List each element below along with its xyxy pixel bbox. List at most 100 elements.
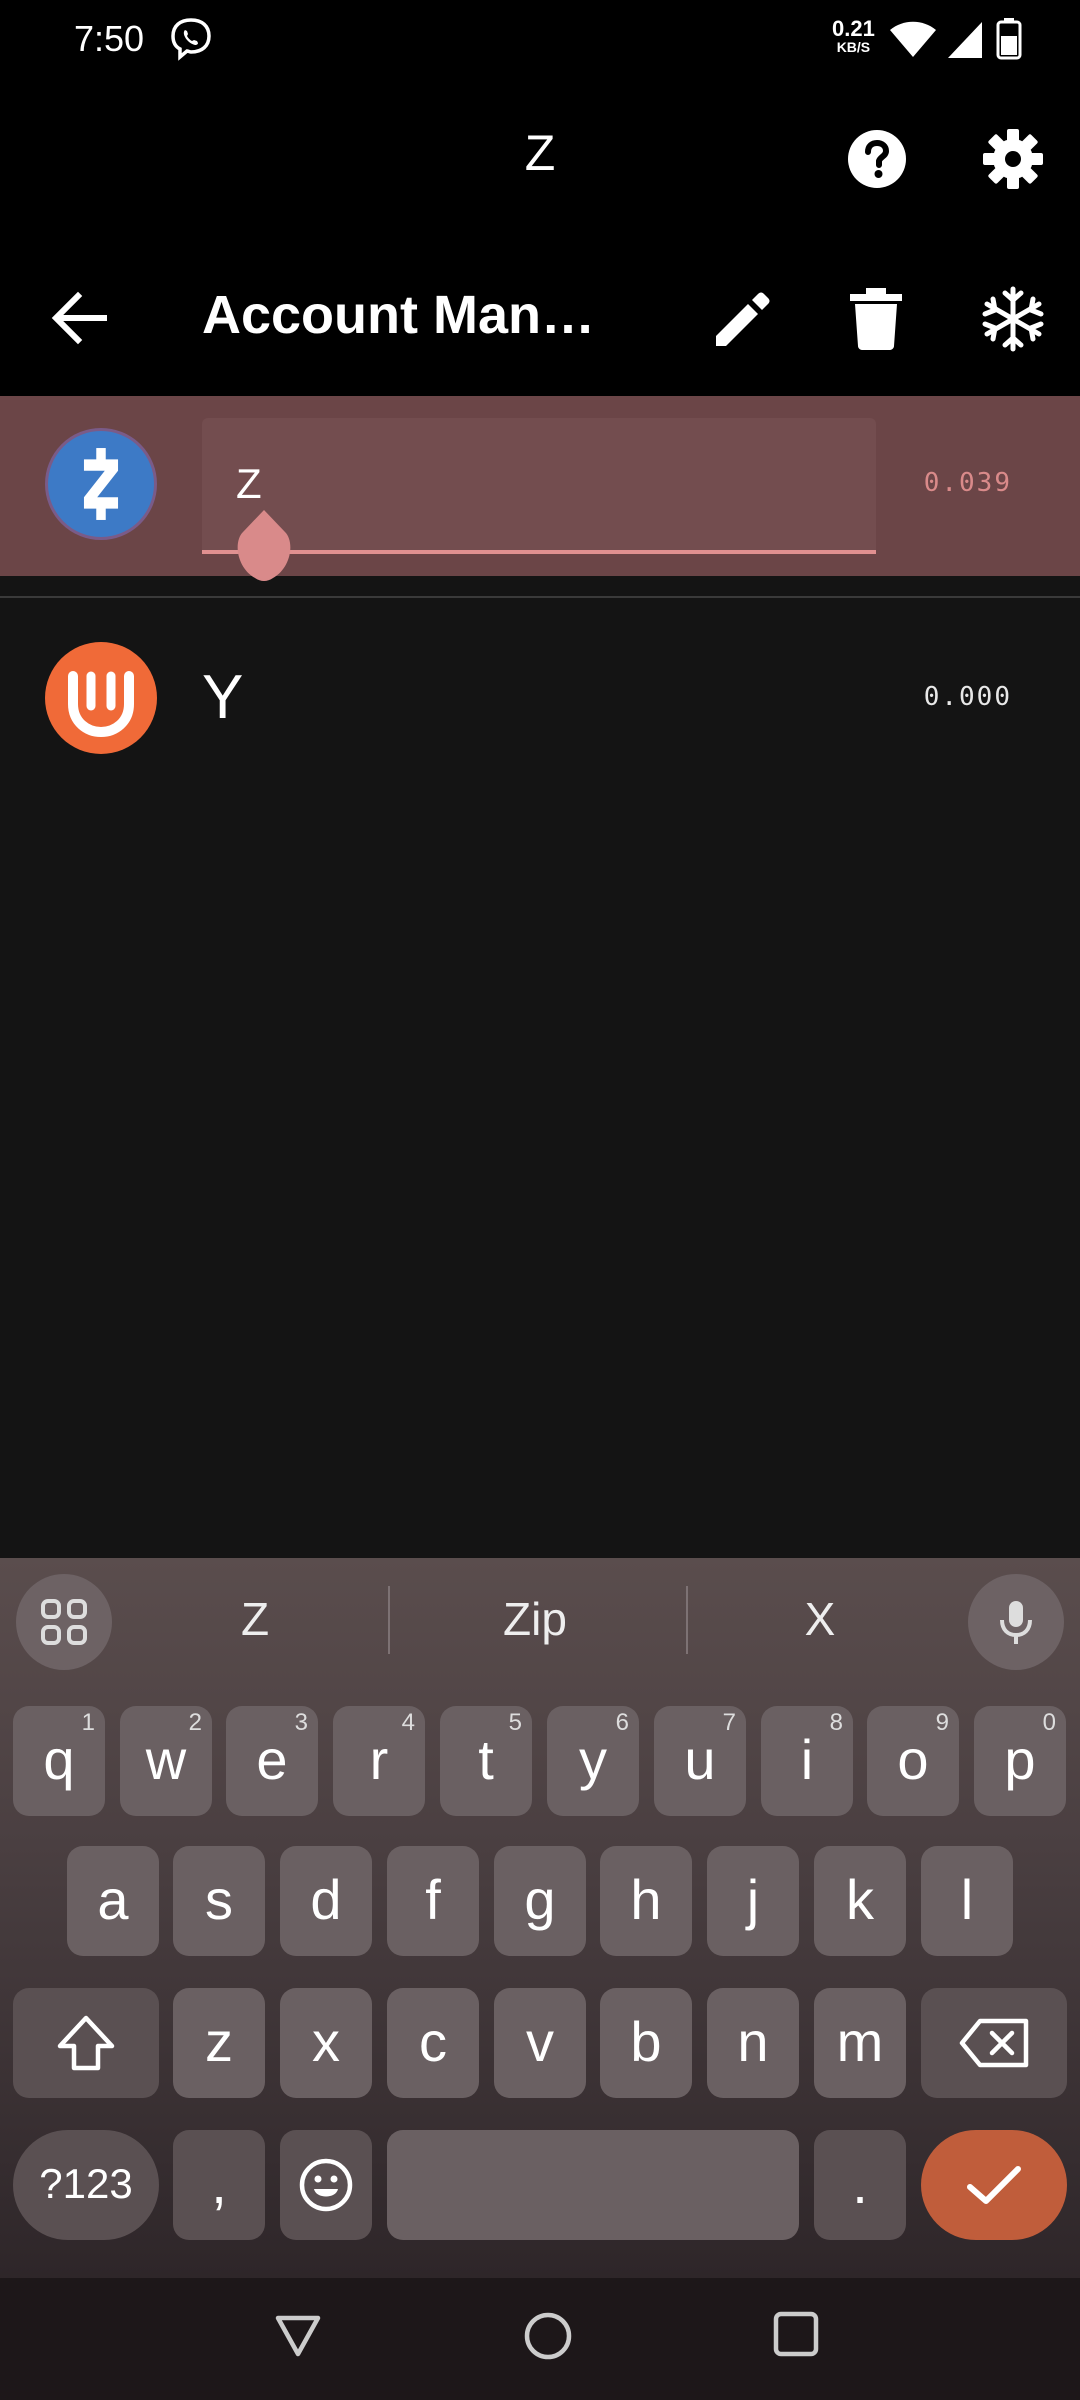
status-bar: 7:50 0.21 KB/S [0,0,1080,80]
help-circle-icon[interactable] [846,128,908,190]
key-g[interactable]: g [494,1846,586,1956]
suggestion-1[interactable]: Z [150,1592,360,1646]
key-w[interactable]: w2 [120,1706,212,1816]
soft-keyboard: Z Zip X q1 w2 e3 r4 t5 y6 u7 i8 o9 p0 a … [0,1558,1080,2278]
account-name[interactable]: Y [202,662,243,733]
key-hint: 4 [401,1709,415,1736]
checkmark-icon [967,2166,1021,2204]
key-b[interactable]: b [600,1988,692,2098]
key-l[interactable]: l [921,1846,1013,1956]
key-hint: 5 [508,1709,522,1736]
nav-back-icon[interactable] [272,2310,324,2362]
grid-icon [41,1599,87,1645]
key-label: t [478,1728,494,1791]
key-label: o [897,1728,929,1791]
key-hint: 0 [1042,1709,1056,1736]
key-hint: 3 [294,1709,308,1736]
app-title: Z [524,125,556,181]
microphone-icon [1000,1601,1032,1644]
key-o[interactable]: o9 [867,1706,959,1816]
key-label: u [684,1728,716,1791]
key-label: w [145,1728,187,1791]
emoji-key[interactable] [280,2130,372,2240]
key-hint: 8 [829,1709,843,1736]
shift-icon [57,2015,115,2071]
key-j[interactable]: j [707,1846,799,1956]
key-label: y [579,1728,607,1791]
battery-icon [996,18,1022,60]
suggestion-2[interactable]: Zip [400,1592,670,1646]
backspace-key[interactable] [921,1988,1067,2098]
key-z[interactable]: z [173,1988,265,2098]
input-underline [202,550,876,554]
network-rate-unit: KB/S [836,39,871,55]
key-f[interactable]: f [387,1846,479,1956]
gear-icon[interactable] [980,126,1046,192]
suggestion-separator [686,1586,688,1654]
key-hint: 2 [188,1709,202,1736]
suggestion-separator [388,1586,390,1654]
account-name-input[interactable]: Z [202,418,876,554]
key-c[interactable]: c [387,1988,479,2098]
key-i[interactable]: i8 [761,1706,853,1816]
status-time: 7:50 [74,18,145,59]
account-balance: 0.039 [923,468,1012,498]
key-m[interactable]: m [814,1988,906,2098]
trash-icon[interactable] [848,288,904,350]
key-label: q [43,1728,75,1791]
shift-key[interactable] [13,1988,159,2098]
signal-icon [948,22,982,58]
zcash-logo-icon [45,428,157,540]
key-hint: 6 [615,1709,629,1736]
suggestion-3[interactable]: X [720,1592,920,1646]
key-label: e [256,1728,288,1791]
key-label: i [800,1728,814,1791]
symbols-key[interactable]: ?123 [13,2130,159,2240]
suggestion-bar: Z Zip X [0,1558,1080,1682]
account-name-input-value: Z [236,460,262,507]
comma-key[interactable]: , [173,2130,265,2240]
ycash-logo-icon [45,642,157,754]
keyboard-apps-button[interactable] [16,1574,112,1670]
backspace-icon [959,2018,1029,2068]
period-key[interactable]: . [814,2130,906,2240]
key-k[interactable]: k [814,1846,906,1956]
emoji-icon [299,2158,353,2212]
key-a[interactable]: a [67,1846,159,1956]
pencil-icon[interactable] [712,290,772,350]
key-h[interactable]: h [600,1846,692,1956]
key-s[interactable]: s [173,1846,265,1956]
divider [0,596,1080,598]
key-hint: 1 [81,1709,95,1736]
key-hint: 9 [935,1709,949,1736]
nav-home-icon[interactable] [522,2310,574,2362]
app-bar: Z [0,80,1080,240]
snowflake-icon[interactable] [980,286,1046,352]
key-hint: 7 [722,1709,736,1736]
key-label: p [1004,1728,1036,1791]
key-x[interactable]: x [280,1988,372,2098]
arrow-left-icon[interactable] [50,290,108,346]
key-d[interactable]: d [280,1846,372,1956]
account-balance: 0.000 [923,682,1012,712]
key-v[interactable]: v [494,1988,586,2098]
viber-icon [171,18,211,61]
page-title: Account Management [202,285,622,345]
space-key[interactable] [387,2130,799,2240]
enter-key[interactable] [921,2130,1067,2240]
account-toolbar: Account Management [0,240,1080,396]
navigation-bar [0,2278,1080,2400]
network-rate: 0.21 KB/S [832,18,875,56]
key-e[interactable]: e3 [226,1706,318,1816]
key-r[interactable]: r4 [333,1706,425,1816]
text-cursor-handle[interactable] [233,508,295,584]
key-q[interactable]: q1 [13,1706,105,1816]
key-p[interactable]: p0 [974,1706,1066,1816]
key-t[interactable]: t5 [440,1706,532,1816]
nav-recents-icon[interactable] [772,2310,820,2358]
key-u[interactable]: u7 [654,1706,746,1816]
voice-input-button[interactable] [968,1574,1064,1670]
key-n[interactable]: n [707,1988,799,2098]
key-y[interactable]: y6 [547,1706,639,1816]
key-label: r [369,1728,389,1791]
